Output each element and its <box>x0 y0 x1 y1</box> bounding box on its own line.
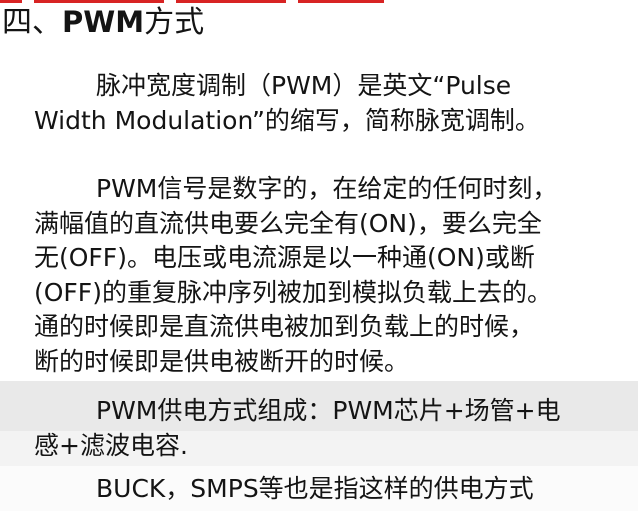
paragraph-signal: PWM信号是数字的，在给定的任何时刻， 满幅值的直流供电要么完全有(ON)，要么… <box>34 172 634 379</box>
section-heading: 四、PWM方式 <box>2 2 204 42</box>
paragraph-line: 脉冲宽度调制（PWM）是英文“Pulse <box>96 71 512 100</box>
paragraph-line: 无(OFF)。电压或电流源是以一种通(ON)或断 <box>34 243 535 272</box>
paragraph-line: PWM信号是数字的，在给定的任何时刻， <box>96 174 558 203</box>
paragraph-line: (OFF)的重复脉冲序列被加到模拟负载上去的。 <box>34 277 552 307</box>
paragraph-line: 感+滤波电容. <box>34 430 188 460</box>
paragraph-line: Width Modulation”的缩写，简称脉宽调制。 <box>34 105 540 135</box>
paragraph-line: 满幅值的直流供电要么完全有(ON)，要么完全 <box>34 208 542 238</box>
section-tag: PWM <box>62 5 145 39</box>
paragraph-definition: 脉冲宽度调制（PWM）是英文“Pulse Width Modulation”的缩… <box>34 69 634 138</box>
paragraph-line: 通的时候即是直流供电被加到负载上的时候， <box>34 312 535 341</box>
section-title-word: 方式 <box>144 5 205 40</box>
paragraph-line: 断的时候即是供电被断开的时候。 <box>34 346 410 376</box>
section-number: 四、 <box>2 5 62 40</box>
cropped-text-fragment <box>298 0 384 3</box>
paragraph-line: PWM供电方式组成：PWM芯片+场管+电 <box>96 396 561 425</box>
paragraph-buck-smps: BUCK，SMPS等也是指这样的供电方式 <box>34 472 634 507</box>
paragraph-composition: PWM供电方式组成：PWM芯片+场管+电 感+滤波电容. <box>34 394 634 463</box>
paragraph-line: BUCK，SMPS等也是指这样的供电方式 <box>96 474 534 503</box>
